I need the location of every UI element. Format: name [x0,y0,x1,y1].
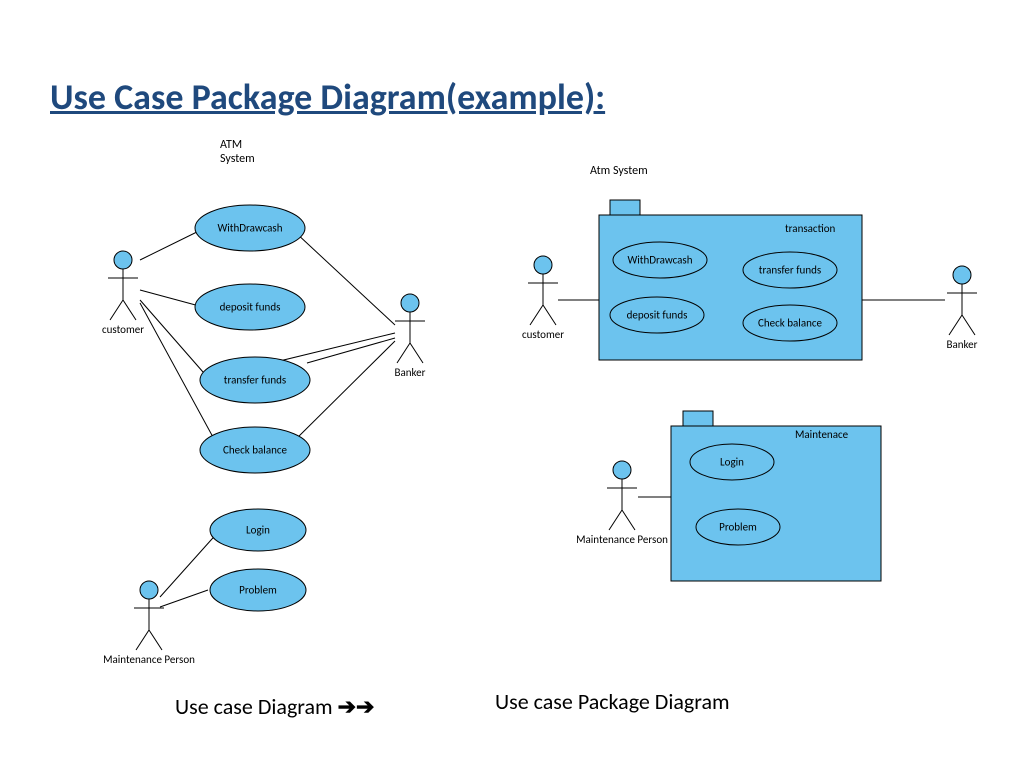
actor-banker-right: Banker [947,266,978,351]
svg-text:Maintenace: Maintenace [795,428,849,441]
svg-text:Maintenance Person: Maintenance Person [103,653,195,666]
package-transaction: transaction WithDrawcash transfer funds … [599,200,862,360]
svg-text:customer: customer [102,323,144,336]
package-maintenance: Maintenace Login Problem [671,411,881,581]
usecase-transfer: transfer funds [224,374,286,387]
svg-text:transfer funds: transfer funds [759,264,821,277]
svg-text:Problem: Problem [719,521,757,534]
actor-maintenance-left: Maintenance Person [103,581,195,666]
svg-text:Banker: Banker [395,366,426,379]
usecase-withdraw: WithDrawcash [217,222,282,235]
actor-maintenance-right: Maintenance Person [576,461,668,546]
svg-text:Check balance: Check balance [758,317,823,330]
svg-text:customer: customer [522,328,564,341]
actor-customer-right: customer [522,256,564,341]
usecase-deposit: deposit funds [220,301,281,314]
usecase-login: Login [246,524,270,537]
svg-text:deposit funds: deposit funds [627,309,688,322]
actor-banker-left: Banker [395,294,426,379]
svg-text:Banker: Banker [947,338,978,351]
usecase-problem: Problem [239,584,277,597]
svg-text:WithDrawcash: WithDrawcash [627,254,692,267]
actor-customer-left: customer [102,251,144,336]
svg-text:Maintenance Person: Maintenance Person [576,533,668,546]
left-usecases: WithDrawcash deposit funds transfer fund… [195,205,310,611]
diagram-canvas: WithDrawcash deposit funds transfer fund… [0,0,1024,768]
svg-text:transaction: transaction [785,222,835,235]
usecase-check: Check balance [223,444,288,457]
svg-text:Login: Login [720,456,744,469]
